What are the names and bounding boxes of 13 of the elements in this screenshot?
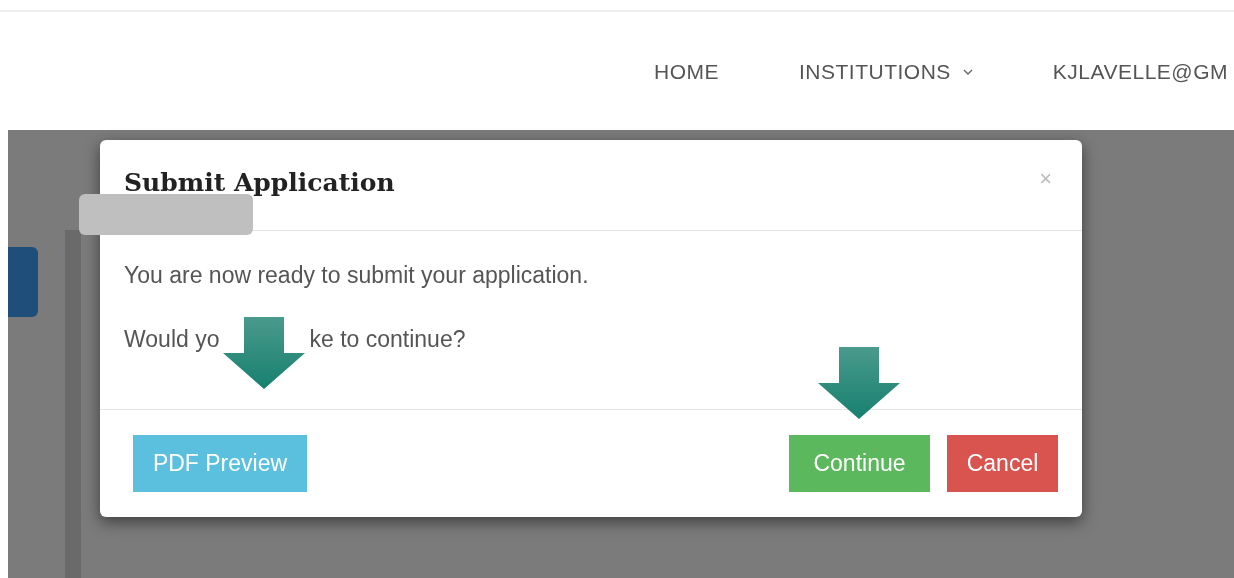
- nav-link[interactable]: KJLAVELLE@GM: [1052, 60, 1228, 84]
- dialog-button[interactable]: PDF Preview: [133, 435, 307, 492]
- dialog-text: You are now ready to submit your application.: [124, 262, 589, 288]
- down-arrow-icon: [818, 347, 900, 419]
- nav-link[interactable]: INSTITUTIONS: [799, 60, 973, 84]
- dialog-title: Submit Application: [124, 168, 395, 197]
- chevron-down-icon: [962, 69, 973, 75]
- dialog-text: Would yo: [124, 326, 220, 352]
- down-arrow-icon: [223, 317, 306, 389]
- dialog-text: ke to continue?: [309, 326, 466, 352]
- dialog-button[interactable]: Cancel: [947, 435, 1058, 492]
- nav-link[interactable]: HOME: [654, 60, 719, 84]
- dialog-button[interactable]: Continue: [789, 435, 930, 492]
